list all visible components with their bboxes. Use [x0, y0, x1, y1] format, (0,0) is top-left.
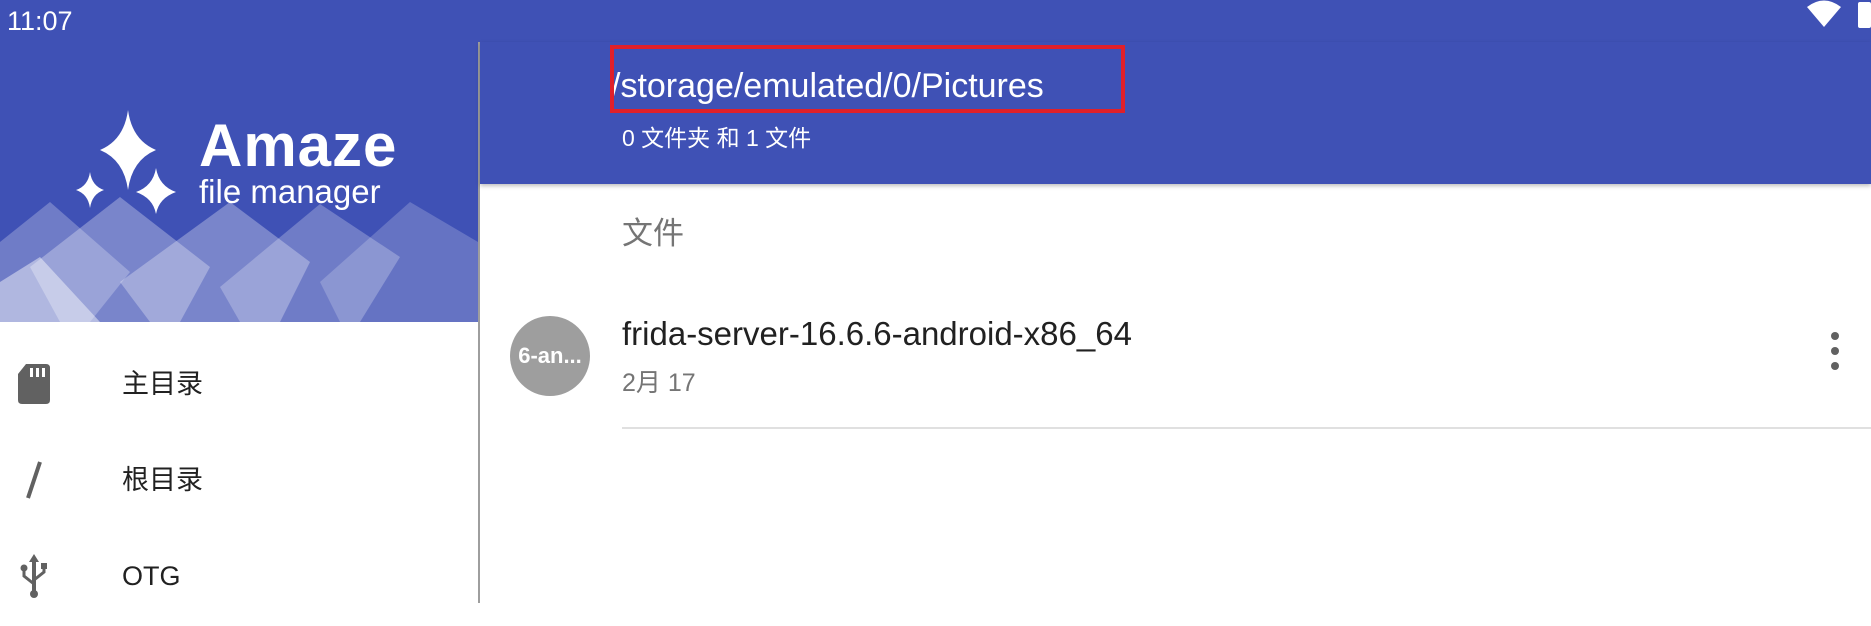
navigation-drawer: Amaze file manager 主目录 根目录 OTG — [0, 42, 480, 603]
more-vert-icon[interactable] — [1820, 332, 1850, 376]
amaze-logo-icon — [76, 110, 176, 214]
file-list: 文件 6-an... frida-server-16.6.6-android-x… — [480, 186, 1871, 603]
file-thumbnail[interactable]: 6-an... — [510, 316, 590, 396]
section-header-files: 文件 — [622, 216, 684, 251]
drawer-item-label: OTG — [122, 561, 181, 591]
drawer-item-root[interactable]: 根目录 — [0, 434, 478, 530]
status-bar: 11:07 — [0, 0, 1871, 42]
drawer-header: Amaze file manager — [0, 42, 478, 322]
file-date: 2月 17 — [622, 369, 696, 397]
battery-icon — [1858, 2, 1871, 28]
status-time: 11:07 — [7, 6, 73, 36]
wifi-icon — [1807, 0, 1841, 27]
file-name: frida-server-16.6.6-android-x86_64 — [622, 315, 1132, 352]
list-divider — [622, 427, 1871, 429]
drawer-item-label: 根目录 — [122, 465, 203, 495]
drawer-item-home[interactable]: 主目录 — [0, 338, 478, 434]
usb-icon — [20, 554, 47, 598]
path-highlight-box — [610, 45, 1125, 113]
slash-icon — [26, 461, 42, 499]
list-item[interactable]: 6-an... frida-server-16.6.6-android-x86_… — [480, 282, 1871, 432]
drawer-item-otg[interactable]: OTG — [0, 530, 478, 626]
app-logo-title: Amaze — [199, 112, 398, 179]
app-bar: /storage/emulated/0/Pictures 0 文件夹 和 1 文… — [480, 42, 1871, 184]
sd-card-icon — [18, 364, 50, 404]
drawer-item-label: 主目录 — [122, 369, 203, 399]
app-logo-subtitle: file manager — [199, 173, 381, 210]
folder-file-count: 0 文件夹 和 1 文件 — [622, 125, 812, 151]
